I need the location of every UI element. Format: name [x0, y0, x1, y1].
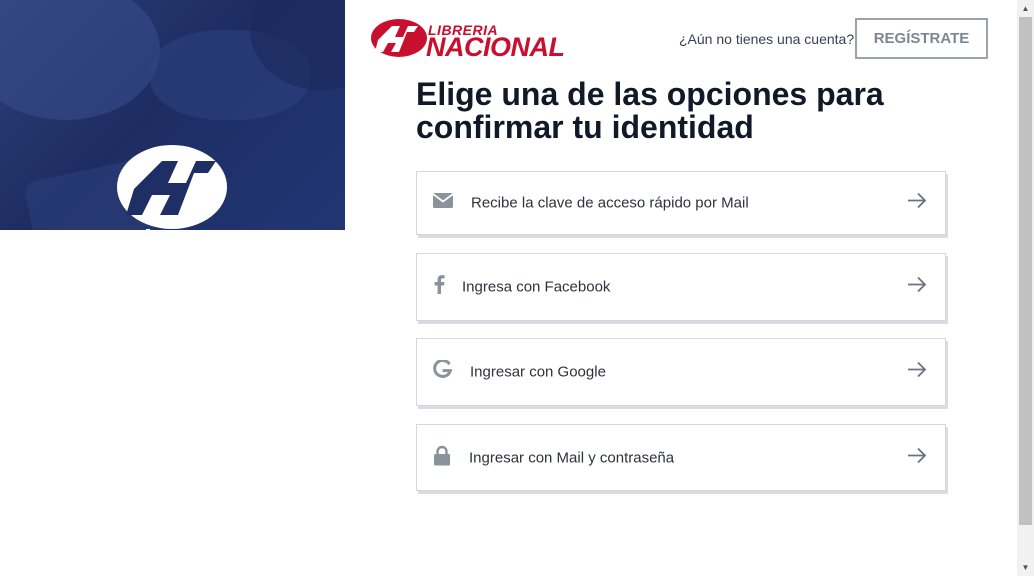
option-label: Ingresar con Google [470, 363, 606, 381]
option-mail-password[interactable]: Ingresar con Mail y contraseña [416, 424, 946, 491]
brand-logo[interactable]: LIBRERIA NACIONAL [370, 18, 575, 62]
option-google[interactable]: Ingresar con Google [416, 338, 946, 406]
arrow-right-icon [907, 447, 927, 468]
option-label: Ingresa con Facebook [462, 278, 611, 296]
google-icon [433, 358, 453, 384]
arrow-right-icon [907, 276, 927, 298]
scroll-down-icon[interactable]: ▼ [1017, 559, 1034, 576]
hero-image [0, 0, 345, 230]
brand-mark-icon [117, 145, 227, 230]
arrow-right-icon [907, 361, 927, 383]
option-mail-code[interactable]: Recibe la clave de acceso rápido por Mai… [416, 171, 946, 235]
vertical-scrollbar[interactable]: ▲ ▼ [1017, 0, 1034, 576]
brand-mark-icon [371, 19, 427, 57]
facebook-icon [433, 275, 445, 299]
arrow-right-icon [907, 192, 927, 214]
option-label: Ingresar con Mail y contraseña [469, 449, 675, 466]
page-title: Elige una de las opciones para confirmar… [416, 76, 884, 145]
scrollbar-thumb[interactable] [1019, 17, 1032, 525]
register-button[interactable]: REGÍSTRATE [855, 18, 988, 59]
option-facebook[interactable]: Ingresa con Facebook [416, 253, 946, 321]
hero-shape [0, 0, 160, 120]
scroll-up-icon[interactable]: ▲ [1017, 0, 1034, 17]
option-label: Recibe la clave de acceso rápido por Mai… [471, 194, 749, 212]
brand-line2: NACIONAL [426, 32, 565, 62]
lock-icon [433, 445, 451, 470]
no-account-text: ¿Aún no tienes una cuenta? [679, 31, 855, 47]
envelope-icon [432, 193, 454, 213]
